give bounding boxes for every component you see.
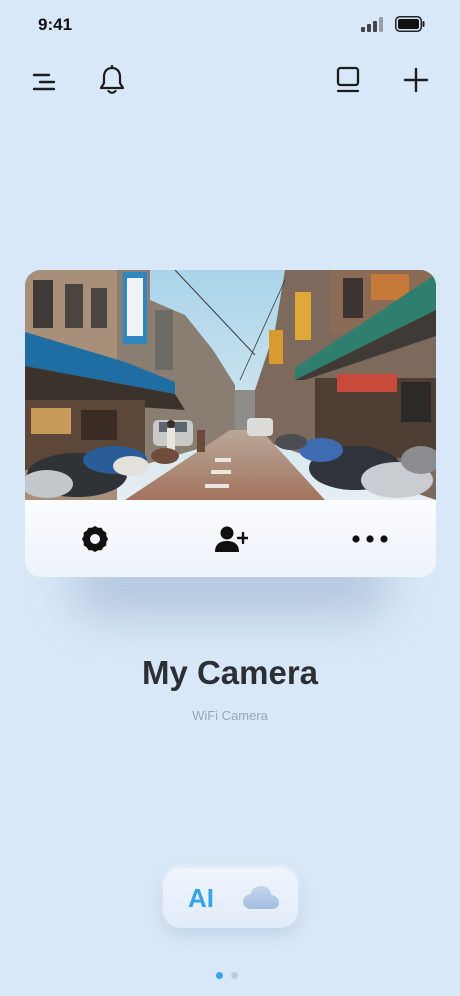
add-user-icon xyxy=(215,526,248,552)
device-view-button[interactable] xyxy=(330,62,366,98)
add-device-button[interactable] xyxy=(398,62,434,98)
page-indicator xyxy=(216,972,246,980)
card-actions-bar xyxy=(25,500,436,577)
status-bar: 9:41 xyxy=(0,0,460,50)
gear-icon xyxy=(81,526,109,552)
device-name: My Camera xyxy=(141,654,319,691)
camera-settings-button[interactable] xyxy=(76,520,114,558)
cloud-icon[interactable] xyxy=(242,883,280,913)
share-device-button[interactable] xyxy=(212,520,250,558)
plus-icon xyxy=(403,67,429,93)
top-bar xyxy=(0,60,460,104)
services-pill: AI xyxy=(163,868,298,928)
device-type: WiFi Camera xyxy=(192,708,268,723)
menu-icon xyxy=(32,73,56,91)
notifications-button[interactable] xyxy=(94,62,130,98)
signal-icon xyxy=(361,17,383,32)
ai-service-button[interactable]: AI xyxy=(188,883,214,914)
camera-preview-image[interactable] xyxy=(25,270,436,500)
battery-icon xyxy=(395,16,425,32)
device-icon xyxy=(336,66,360,93)
status-time: 9:41 xyxy=(38,15,73,34)
more-options-button[interactable] xyxy=(351,520,389,558)
more-icon xyxy=(352,535,388,543)
camera-card[interactable] xyxy=(25,270,436,577)
page-dot-active[interactable] xyxy=(216,972,223,979)
menu-button[interactable] xyxy=(26,64,62,100)
page-dot[interactable] xyxy=(231,972,238,979)
bell-icon xyxy=(99,65,125,94)
